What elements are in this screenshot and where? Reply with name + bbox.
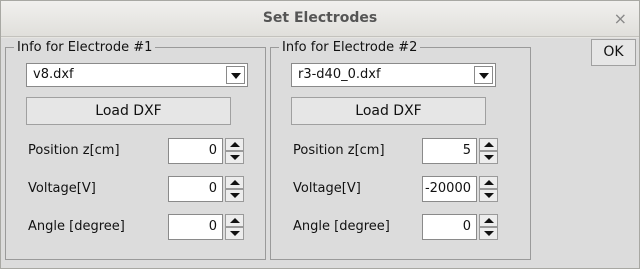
electrode-2-load-dxf-button[interactable]: Load DXF: [291, 97, 486, 125]
increment-arrow-icon[interactable]: [479, 176, 498, 189]
chevron-down-icon[interactable]: [474, 66, 493, 84]
electrode-2-voltage-field[interactable]: -20000: [422, 176, 477, 202]
electrode-2-angle-field[interactable]: 0: [422, 214, 477, 240]
increment-arrow-icon[interactable]: [479, 138, 498, 151]
electrode-2-position-label: Position z[cm]: [293, 143, 385, 158]
close-icon[interactable]: ×: [614, 9, 627, 28]
decrement-arrow-icon[interactable]: [479, 151, 498, 164]
set-electrodes-dialog: Set Electrodes × Info for Electrode #1 v…: [0, 0, 640, 269]
chevron-down-icon[interactable]: [226, 66, 245, 84]
electrode-1-voltage-field[interactable]: 0: [168, 176, 223, 202]
decrement-arrow-icon[interactable]: [479, 189, 498, 202]
electrode-2-angle-label: Angle [degree]: [293, 219, 390, 234]
electrode-1-load-dxf-button[interactable]: Load DXF: [26, 97, 231, 125]
electrode-2-file-value: r3-d40_0.dxf: [298, 67, 381, 82]
decrement-arrow-icon[interactable]: [479, 227, 498, 240]
electrode-1-file-select[interactable]: v8.dxf: [26, 63, 248, 87]
decrement-arrow-icon[interactable]: [225, 151, 244, 164]
electrode-1-file-value: v8.dxf: [33, 67, 74, 82]
electrode-1-angle-field[interactable]: 0: [168, 214, 223, 240]
electrode-1-angle-label: Angle [degree]: [28, 219, 125, 234]
decrement-arrow-icon[interactable]: [225, 227, 244, 240]
ok-button[interactable]: OK: [591, 39, 636, 66]
electrode-1-voltage-spinner[interactable]: 0: [168, 176, 244, 202]
electrode-1-position-spinner[interactable]: 0: [168, 138, 244, 164]
dialog-content: Info for Electrode #1 v8.dxf Load DXF Po…: [1, 38, 639, 268]
electrode-2-angle-spinner[interactable]: 0: [422, 214, 498, 240]
electrode-2-position-spinner[interactable]: 5: [422, 138, 498, 164]
increment-arrow-icon[interactable]: [225, 214, 244, 227]
increment-arrow-icon[interactable]: [225, 138, 244, 151]
electrode-1-position-field[interactable]: 0: [168, 138, 223, 164]
increment-arrow-icon[interactable]: [225, 176, 244, 189]
electrode-1-angle-spinner[interactable]: 0: [168, 214, 244, 240]
electrode-2-legend: Info for Electrode #2: [282, 40, 418, 55]
window-title: Set Electrodes: [262, 10, 378, 26]
title-bar: Set Electrodes ×: [1, 1, 639, 37]
electrode-2-position-field[interactable]: 5: [422, 138, 477, 164]
electrode-1-voltage-label: Voltage[V]: [28, 181, 96, 196]
decrement-arrow-icon[interactable]: [225, 189, 244, 202]
electrode-1-legend: Info for Electrode #1: [17, 40, 153, 55]
electrode-2-voltage-spinner[interactable]: -20000: [422, 176, 498, 202]
electrode-2-voltage-label: Voltage[V]: [293, 181, 361, 196]
electrode-2-file-select[interactable]: r3-d40_0.dxf: [291, 63, 496, 87]
increment-arrow-icon[interactable]: [479, 214, 498, 227]
electrode-1-position-label: Position z[cm]: [28, 143, 120, 158]
